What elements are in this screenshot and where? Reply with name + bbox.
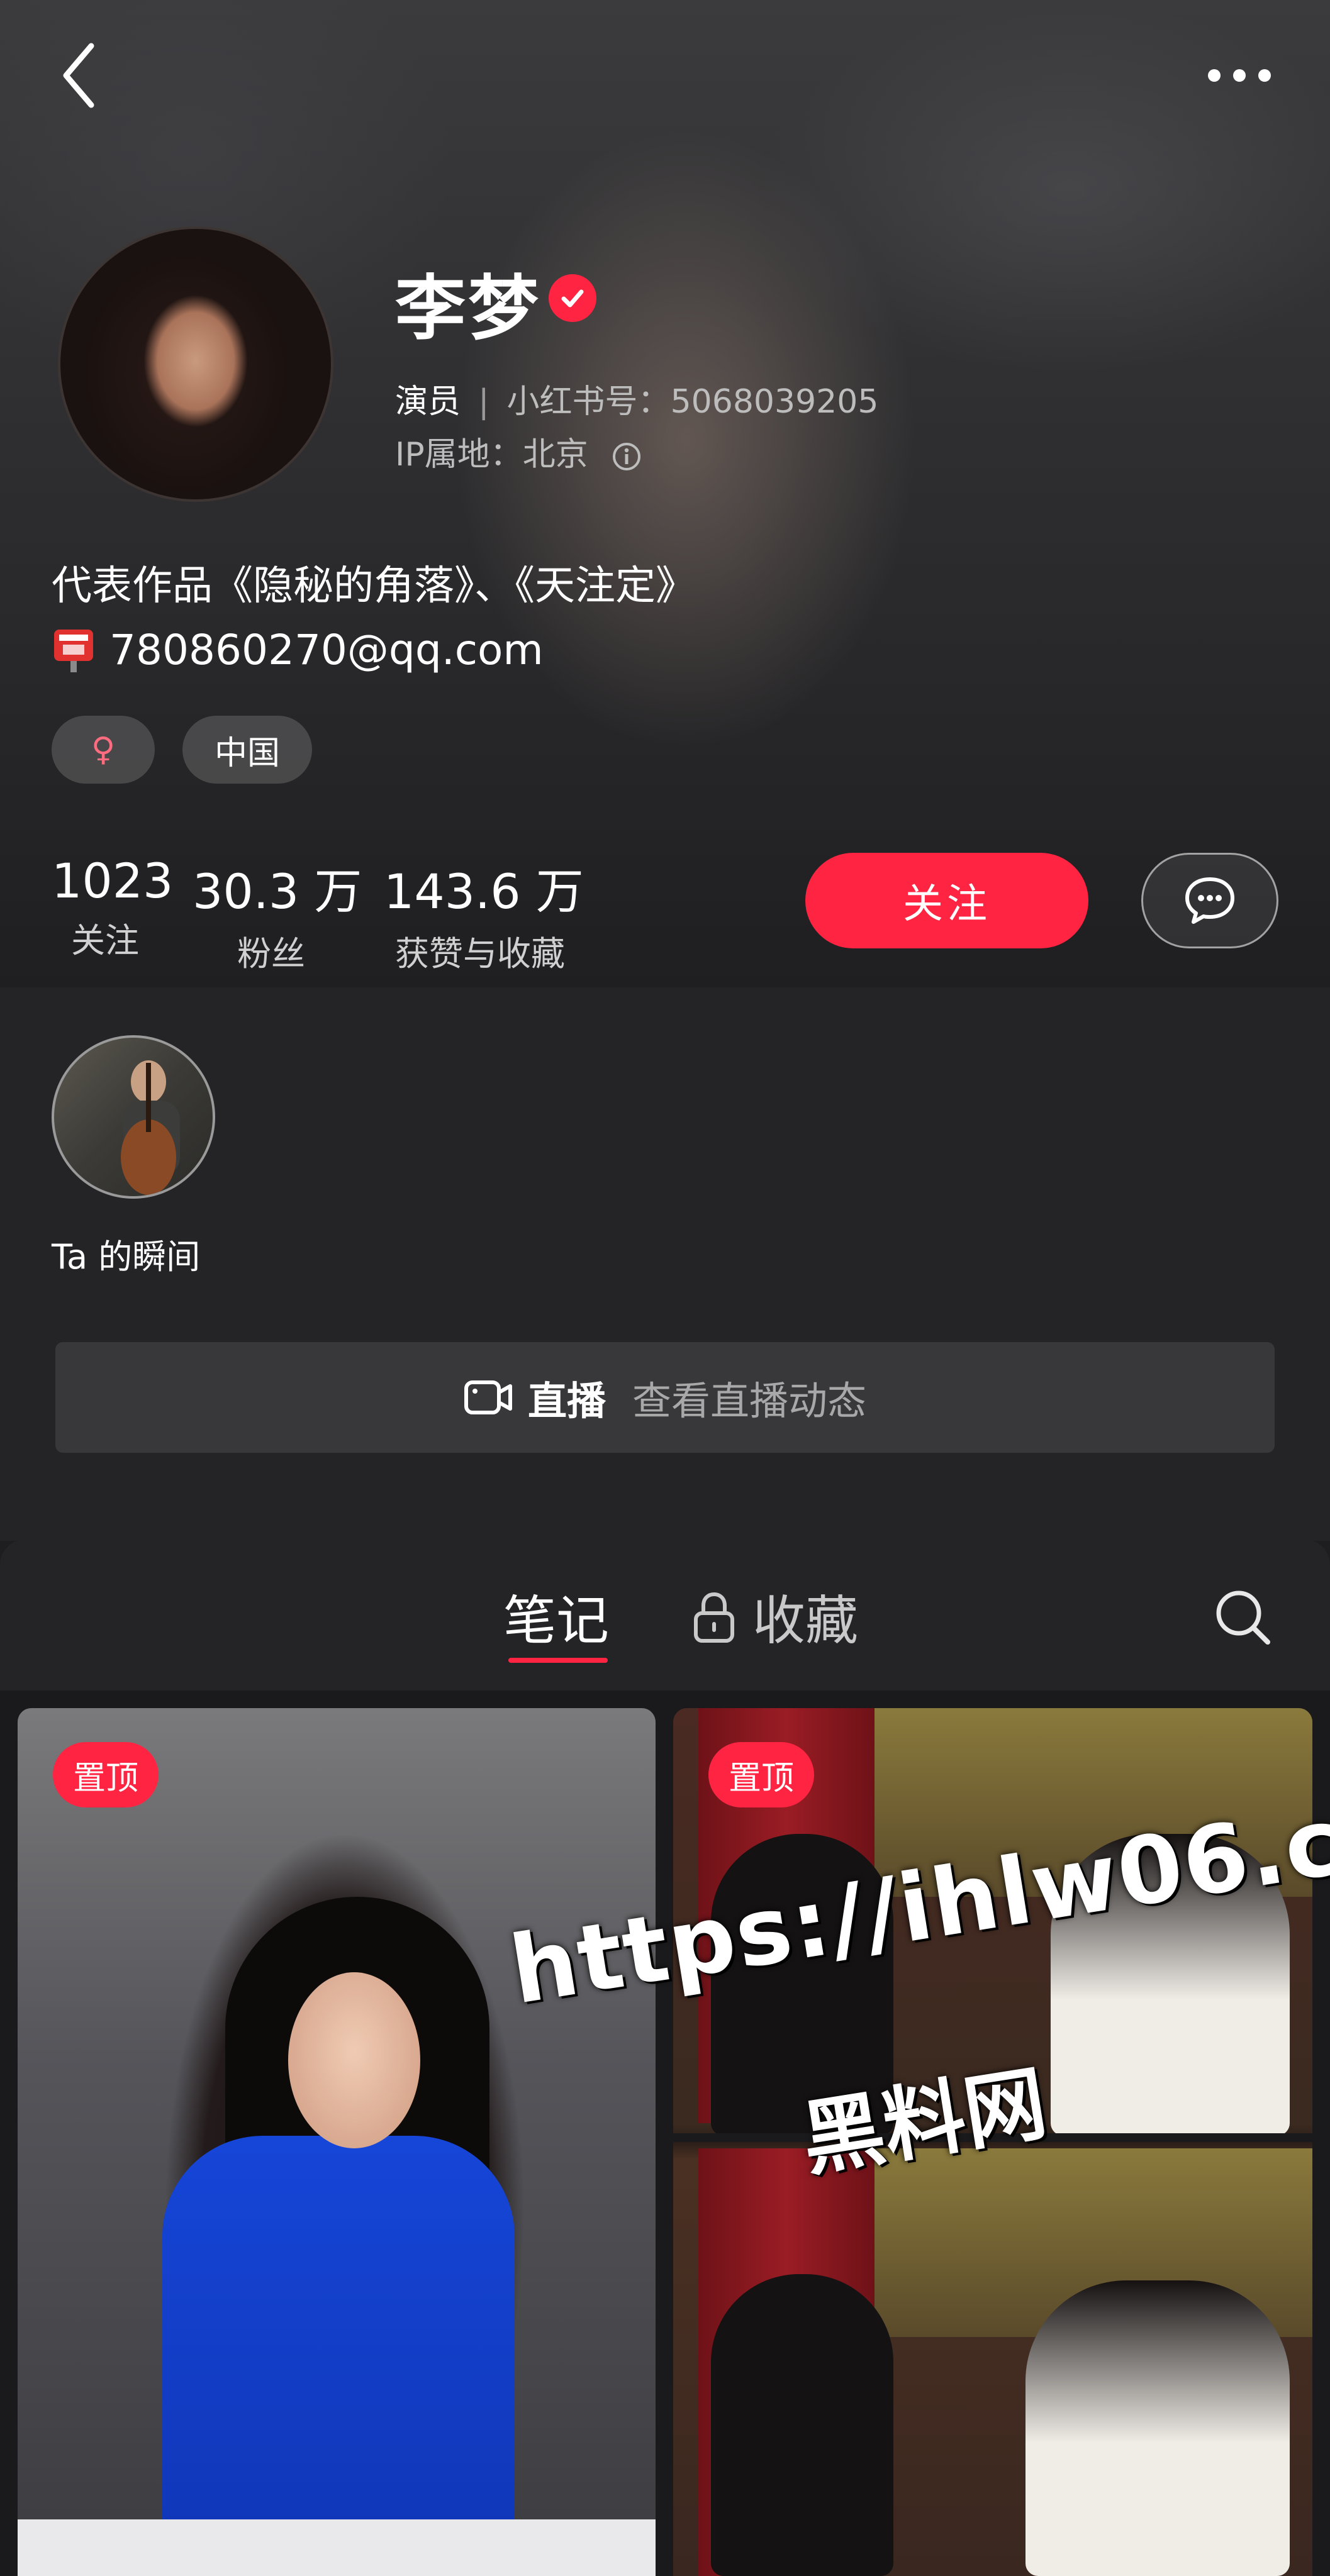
profile-meta: 演员 | 小红书号：5068039205 [395,375,878,422]
cello-photo [121,1060,180,1195]
stat-likes-label: 获赞与收藏 [395,934,565,974]
stat-followers[interactable]: 30.3 万 粉丝 [193,853,362,975]
stat-following-label: 关注 [71,921,139,960]
account-id-value[interactable]: 5068039205 [671,383,879,421]
profile-role: 演员 [395,383,461,421]
more-dots-icon [1208,69,1271,82]
info-icon[interactable] [611,441,642,472]
search-icon [1216,1591,1270,1645]
ip-location: IP属地：北京 [395,428,642,475]
search-button[interactable] [1208,1582,1277,1652]
active-tab-indicator [508,1658,608,1663]
stat-followers-value: 30.3 万 [193,863,362,919]
mailbox-icon [54,629,93,672]
verified-check-icon [549,274,596,322]
chat-bubble-icon [1185,877,1234,924]
chevron-left-icon [63,43,94,108]
post-photo-face [288,1972,420,2148]
message-button[interactable] [1141,853,1278,948]
stat-likes[interactable]: 143.6 万 获赞与收藏 [384,853,584,975]
live-status-bar[interactable]: 直播 查看直播动态 [55,1342,1275,1453]
avatar[interactable] [58,226,333,502]
more-button[interactable] [1195,50,1283,101]
follow-button[interactable]: 关注 [805,853,1088,948]
pinned-badge: 置顶 [708,1742,815,1807]
email-text: 780860270@qq.com [109,626,544,674]
gender-symbol: ♀ [91,731,116,769]
live-subtitle: 查看直播动态 [632,1378,867,1424]
post-photo-person [1025,2280,1290,2576]
stat-following-value: 1023 [52,853,174,909]
back-button[interactable] [50,38,107,113]
tab-favorites-label: 收藏 [752,1590,859,1652]
moment-thumbnail[interactable] [52,1035,215,1199]
moments-label: Ta 的瞬间 [52,1237,201,1277]
profile-email: 780860270@qq.com [52,626,544,674]
post-photo-table [18,2519,656,2576]
stat-following[interactable]: 1023 关注 [52,853,174,962]
pinned-badge: 置顶 [53,1742,159,1807]
post-photo-person [711,2274,893,2576]
post-card[interactable] [18,1708,656,2576]
ip-location-text: IP属地：北京 [395,436,588,474]
profile-name: 李梦 [395,268,541,350]
content-tabs [0,1540,1330,1690]
lock-icon [694,1592,734,1643]
stat-followers-label: 粉丝 [237,934,305,974]
account-id-label: 小红书号： [506,383,671,421]
profile-bio: 代表作品《隐秘的角落》、《天注定》 [52,563,696,609]
region-text: 中国 [214,734,280,772]
meta-separator: | [478,383,489,421]
gender-tag: ♀ [52,716,155,784]
live-title: 直播 [527,1378,606,1424]
live-camera-icon [464,1380,512,1414]
post-photo-dress [162,2136,515,2576]
tab-favorites[interactable]: 收藏 [692,1579,858,1655]
tab-notes[interactable]: 笔记 [503,1579,609,1655]
region-tag: 中国 [182,716,312,784]
stat-likes-value: 143.6 万 [384,863,584,919]
